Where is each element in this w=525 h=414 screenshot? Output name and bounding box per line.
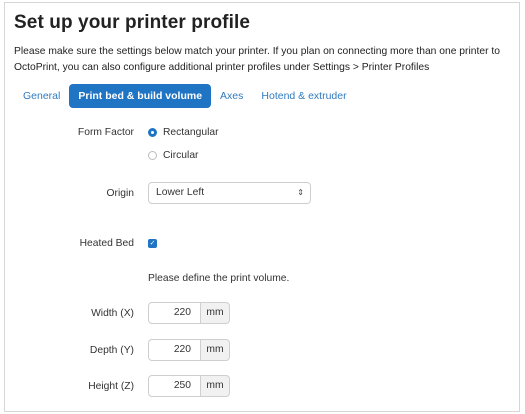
height-input-group: 250 mm bbox=[148, 375, 230, 397]
depth-input[interactable]: 220 bbox=[148, 339, 201, 361]
heated-bed-label: Heated Bed bbox=[79, 238, 134, 249]
form-factor-circular[interactable]: Circular bbox=[148, 150, 198, 161]
height-unit: mm bbox=[201, 375, 230, 397]
form-factor-rectangular[interactable]: Rectangular bbox=[148, 127, 219, 138]
form-factor-circular-label: Circular bbox=[163, 150, 199, 161]
height-input[interactable]: 250 bbox=[148, 375, 201, 397]
width-label: Width (X) bbox=[91, 308, 134, 319]
select-caret-icon: ⇕ bbox=[297, 188, 304, 197]
depth-label: Depth (Y) bbox=[89, 345, 134, 356]
radio-checked-icon[interactable] bbox=[148, 128, 157, 137]
origin-label: Origin bbox=[106, 188, 134, 199]
tab-print-bed-build-volume[interactable]: Print bed & build volume bbox=[69, 84, 212, 108]
depth-unit: mm bbox=[201, 339, 230, 361]
tab-axes[interactable]: Axes bbox=[211, 84, 252, 108]
width-input-group: 220 mm bbox=[148, 302, 230, 324]
width-input[interactable]: 220 bbox=[148, 302, 201, 324]
depth-input-group: 220 mm bbox=[148, 339, 230, 361]
heated-bed-checkbox[interactable]: ✓ bbox=[148, 239, 157, 248]
tab-hotend-extruder[interactable]: Hotend & extruder bbox=[252, 84, 355, 108]
description-text: Please make sure the settings below matc… bbox=[14, 46, 500, 73]
print-volume-hint: Please define the print volume. bbox=[148, 273, 290, 284]
origin-select[interactable]: Lower Left ⇕ bbox=[148, 182, 311, 204]
form-factor-label: Form Factor bbox=[77, 127, 134, 138]
radio-unchecked-icon[interactable] bbox=[148, 151, 157, 160]
origin-selected-value: Lower Left bbox=[156, 187, 205, 198]
form-factor-rectangular-label: Rectangular bbox=[163, 127, 219, 138]
tab-bar: General Print bed & build volume Axes Ho… bbox=[14, 84, 356, 108]
height-label: Height (Z) bbox=[88, 381, 134, 392]
page-title: Set up your printer profile bbox=[14, 12, 250, 33]
tab-general[interactable]: General bbox=[14, 84, 69, 108]
width-unit: mm bbox=[201, 302, 230, 324]
